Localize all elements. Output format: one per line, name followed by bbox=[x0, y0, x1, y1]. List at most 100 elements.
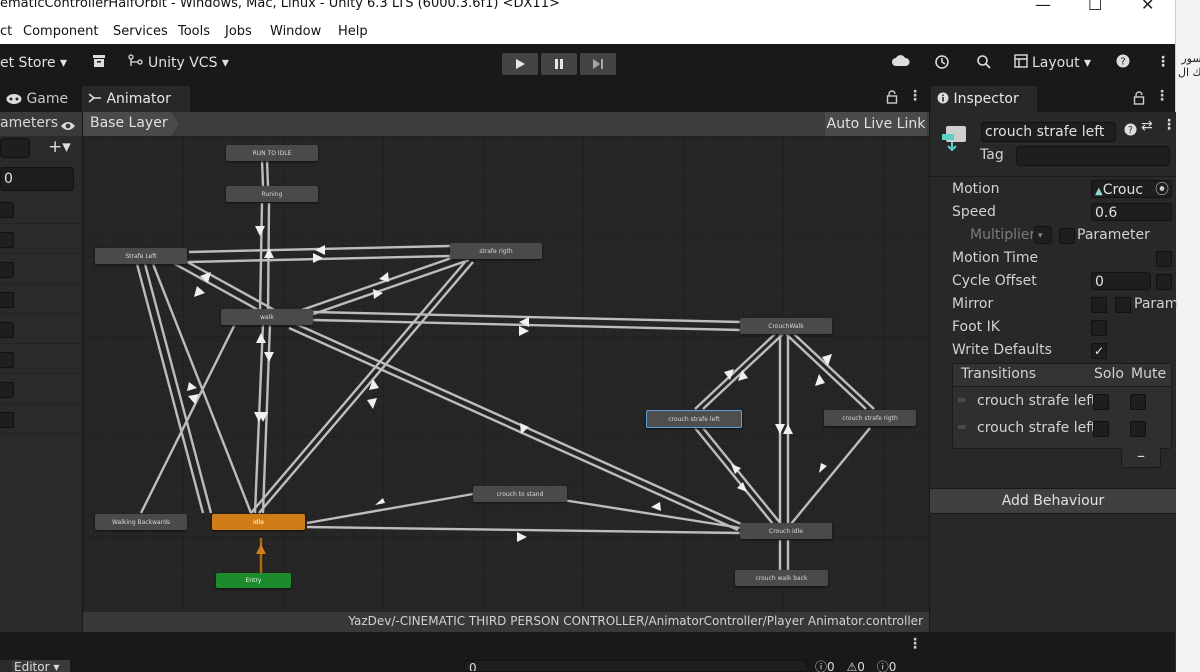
state-machine-graph[interactable]: RUN TO IDLE Runing Strafe Left strafe ri… bbox=[83, 136, 929, 612]
speed-field[interactable]: 0.6 bbox=[1091, 203, 1172, 221]
state-crouchwalk[interactable]: CrouchWalk bbox=[740, 318, 832, 334]
parameter-value-field[interactable]: 0 bbox=[0, 167, 74, 191]
cycle-offset-field[interactable]: 0 bbox=[1091, 272, 1151, 290]
parameter-checkbox[interactable] bbox=[0, 202, 14, 218]
tab-animator[interactable]: Animator bbox=[82, 86, 190, 112]
parameter-checkbox[interactable] bbox=[0, 322, 14, 338]
parameter-search-input[interactable] bbox=[0, 138, 30, 158]
state-idle-default[interactable]: Idle bbox=[212, 514, 305, 530]
motion-field[interactable]: ▲Crouc ⦿ bbox=[1091, 180, 1172, 198]
preset-icon[interactable]: ⇄ bbox=[1141, 118, 1153, 134]
component-menu-icon[interactable]: ⋮ bbox=[1162, 117, 1176, 133]
transition-row[interactable]: ═ crouch strafe left bbox=[953, 390, 1171, 414]
lock-icon[interactable] bbox=[886, 90, 898, 108]
object-picker-icon[interactable]: ⦿ bbox=[1155, 181, 1169, 197]
parameter-checkbox[interactable] bbox=[0, 232, 14, 248]
state-runing[interactable]: Runing bbox=[226, 186, 318, 202]
motion-time-checkbox[interactable] bbox=[1156, 251, 1172, 267]
multiplier-dropdown[interactable]: ▾ bbox=[1034, 226, 1052, 244]
cloud-icon[interactable] bbox=[892, 54, 910, 72]
state-crouch-strafe-left[interactable]: crouch strafe left bbox=[646, 410, 742, 428]
state-crouch-to-stand[interactable]: crouch to stand bbox=[473, 486, 567, 502]
auto-live-link-button[interactable]: Auto Live Link bbox=[825, 112, 927, 136]
foot-ik-checkbox[interactable] bbox=[1091, 320, 1107, 336]
close-button[interactable]: ✕ bbox=[1141, 0, 1154, 14]
state-strafe-left[interactable]: Strafe Left bbox=[95, 248, 187, 264]
state-walking-backwards[interactable]: Walking Backwards bbox=[95, 514, 187, 530]
menu-help[interactable]: Help bbox=[338, 24, 368, 39]
tag-field[interactable] bbox=[1016, 146, 1170, 166]
maximize-button[interactable]: ☐ bbox=[1088, 0, 1102, 14]
inspector-lock-icon[interactable] bbox=[1133, 90, 1145, 109]
parameter-checkbox[interactable] bbox=[0, 382, 14, 398]
add-behaviour-button[interactable]: Add Behaviour bbox=[930, 488, 1176, 514]
transition-solo-checkbox[interactable] bbox=[1093, 421, 1109, 437]
parameter-checkbox[interactable] bbox=[0, 352, 14, 368]
transition-mute-checkbox[interactable] bbox=[1130, 421, 1146, 437]
menu-component[interactable]: Component bbox=[23, 24, 98, 39]
parameter-row[interactable] bbox=[0, 284, 81, 314]
minimize-button[interactable]: — bbox=[1035, 0, 1051, 14]
parameter-row[interactable] bbox=[0, 374, 81, 404]
state-strafe-right[interactable]: strafe rigth bbox=[450, 243, 542, 259]
add-parameter-button[interactable]: +▾ bbox=[48, 137, 71, 157]
parameter-checkbox[interactable] bbox=[0, 412, 14, 428]
state-crouch-strafe-right[interactable]: crouch strafe rigth bbox=[824, 410, 916, 426]
pause-button[interactable] bbox=[541, 53, 577, 75]
state-name-field[interactable]: crouch strafe left bbox=[981, 122, 1116, 142]
parameter-row[interactable] bbox=[0, 254, 81, 284]
console-menu-icon[interactable]: ⋮ bbox=[908, 636, 922, 652]
console-search-input[interactable]: 0 bbox=[464, 660, 807, 672]
menu-tools[interactable]: Tools bbox=[178, 24, 210, 39]
remove-transition-button[interactable]: – bbox=[1121, 447, 1161, 468]
menu-project[interactable]: ct bbox=[0, 24, 12, 39]
editor-dropdown[interactable]: Editor ▾ bbox=[12, 660, 70, 672]
help-icon[interactable]: ? bbox=[1124, 121, 1137, 140]
transition-row[interactable]: ═ crouch strafe left bbox=[953, 417, 1171, 441]
archive-icon[interactable] bbox=[92, 54, 106, 72]
help-icon[interactable]: ? bbox=[1116, 54, 1130, 72]
parameter-checkbox[interactable] bbox=[0, 292, 14, 308]
info-count-icon[interactable]: ⓘ bbox=[815, 660, 827, 672]
error-count-icon[interactable]: ⓘ bbox=[877, 660, 889, 672]
drag-handle-icon[interactable]: ═ bbox=[958, 420, 965, 434]
menu-window[interactable]: Window bbox=[270, 24, 321, 39]
state-crouch-walk-back[interactable]: crouch walk back bbox=[735, 570, 828, 586]
parameter-row[interactable] bbox=[0, 224, 81, 254]
console-tab-partial[interactable] bbox=[0, 660, 12, 672]
parameter-row[interactable] bbox=[0, 194, 81, 224]
inspector-menu-icon[interactable]: ⋮ bbox=[1155, 88, 1169, 104]
search-icon[interactable] bbox=[976, 54, 992, 74]
parameter-checkbox[interactable] bbox=[1059, 228, 1075, 244]
step-button[interactable] bbox=[580, 53, 616, 75]
mirror-checkbox[interactable] bbox=[1091, 297, 1107, 313]
parameter-checkbox[interactable] bbox=[0, 262, 14, 278]
parameter-row[interactable] bbox=[0, 344, 81, 374]
state-walk[interactable]: walk bbox=[221, 309, 313, 325]
layout-dropdown[interactable]: Layout ▾ bbox=[1032, 55, 1091, 71]
transition-mute-checkbox[interactable] bbox=[1130, 394, 1146, 410]
transition-solo-checkbox[interactable] bbox=[1093, 394, 1109, 410]
warning-count-icon[interactable]: ⚠ bbox=[846, 660, 857, 672]
menu-services[interactable]: Services bbox=[113, 24, 168, 39]
tab-game[interactable]: Game bbox=[0, 86, 80, 112]
state-crouch-idle[interactable]: Crouch Idle bbox=[740, 523, 832, 539]
write-defaults-checkbox[interactable]: ✓ bbox=[1091, 343, 1107, 359]
asset-store-dropdown[interactable]: et Store ▾ bbox=[0, 55, 67, 71]
drag-handle-icon[interactable]: ═ bbox=[958, 393, 965, 407]
unity-vcs-dropdown[interactable]: Unity VCS ▾ bbox=[148, 55, 229, 71]
tab-parameters[interactable]: ameters bbox=[0, 115, 58, 131]
menu-jobs[interactable]: Jobs bbox=[225, 24, 252, 39]
parameter-row[interactable] bbox=[0, 404, 81, 434]
cycle-offset-parameter-checkbox[interactable] bbox=[1156, 274, 1172, 290]
eye-icon[interactable] bbox=[60, 117, 76, 136]
more-options-icon[interactable]: ⋮ bbox=[1156, 54, 1170, 70]
play-button[interactable] bbox=[502, 53, 538, 75]
animator-menu-icon[interactable]: ⋮ bbox=[908, 88, 922, 104]
state-run-to-idle[interactable]: RUN TO IDLE bbox=[226, 145, 318, 161]
breadcrumb-base-layer[interactable]: Base Layer bbox=[90, 115, 168, 131]
parameter-row[interactable] bbox=[0, 314, 81, 344]
state-entry[interactable]: Entry bbox=[216, 573, 291, 588]
history-icon[interactable] bbox=[934, 54, 950, 74]
tab-inspector[interactable]: Inspector bbox=[931, 86, 1037, 112]
